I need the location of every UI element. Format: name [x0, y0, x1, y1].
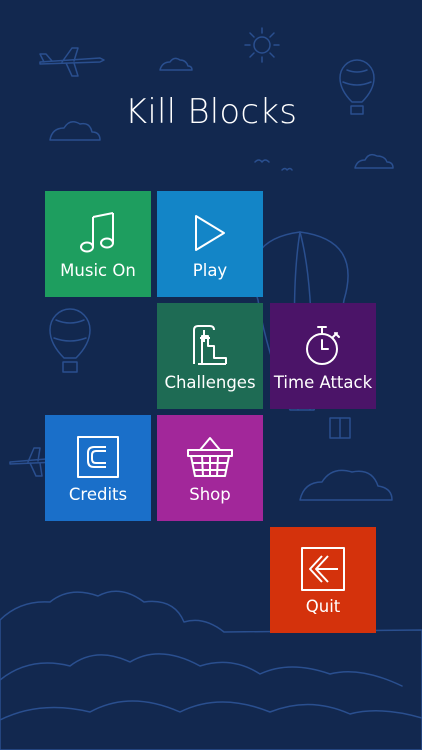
airplane-icon — [39, 47, 105, 77]
cloud-shape — [299, 469, 393, 501]
back-arrow-icon — [270, 545, 376, 593]
sun-icon — [244, 27, 280, 63]
quit-label: Quit — [305, 597, 341, 616]
cloud-shape — [159, 57, 193, 71]
game-title: Kill Blocks — [124, 92, 298, 132]
time-attack-button[interactable]: Time Attack — [270, 303, 376, 409]
challenges-button[interactable]: Challenges — [157, 303, 263, 409]
cloud-shape — [0, 700, 422, 721]
shop-button[interactable]: Shop — [157, 415, 263, 521]
basket-icon — [157, 433, 263, 481]
credits-button[interactable]: Credits — [45, 415, 151, 521]
music-toggle-button[interactable]: Music On — [45, 191, 151, 297]
cloud-shape — [354, 153, 394, 169]
play-button[interactable]: Play — [157, 191, 263, 297]
music-toggle-label: Music On — [60, 261, 136, 280]
credits-label: Credits — [68, 485, 128, 504]
music-note-icon — [45, 209, 151, 257]
play-icon — [157, 209, 263, 257]
challenges-label: Challenges — [164, 373, 256, 392]
bird-shape — [254, 159, 270, 163]
stopwatch-icon — [270, 321, 376, 369]
time-attack-label: Time Attack — [273, 373, 373, 392]
hot-air-balloon-icon — [49, 308, 91, 373]
quit-button[interactable]: Quit — [270, 527, 376, 633]
shop-label: Shop — [189, 485, 231, 504]
cloud-shape — [0, 653, 403, 687]
credits-icon — [45, 433, 151, 481]
challenges-icon — [157, 321, 263, 369]
bird-shape — [281, 167, 293, 171]
play-label: Play — [192, 261, 228, 280]
